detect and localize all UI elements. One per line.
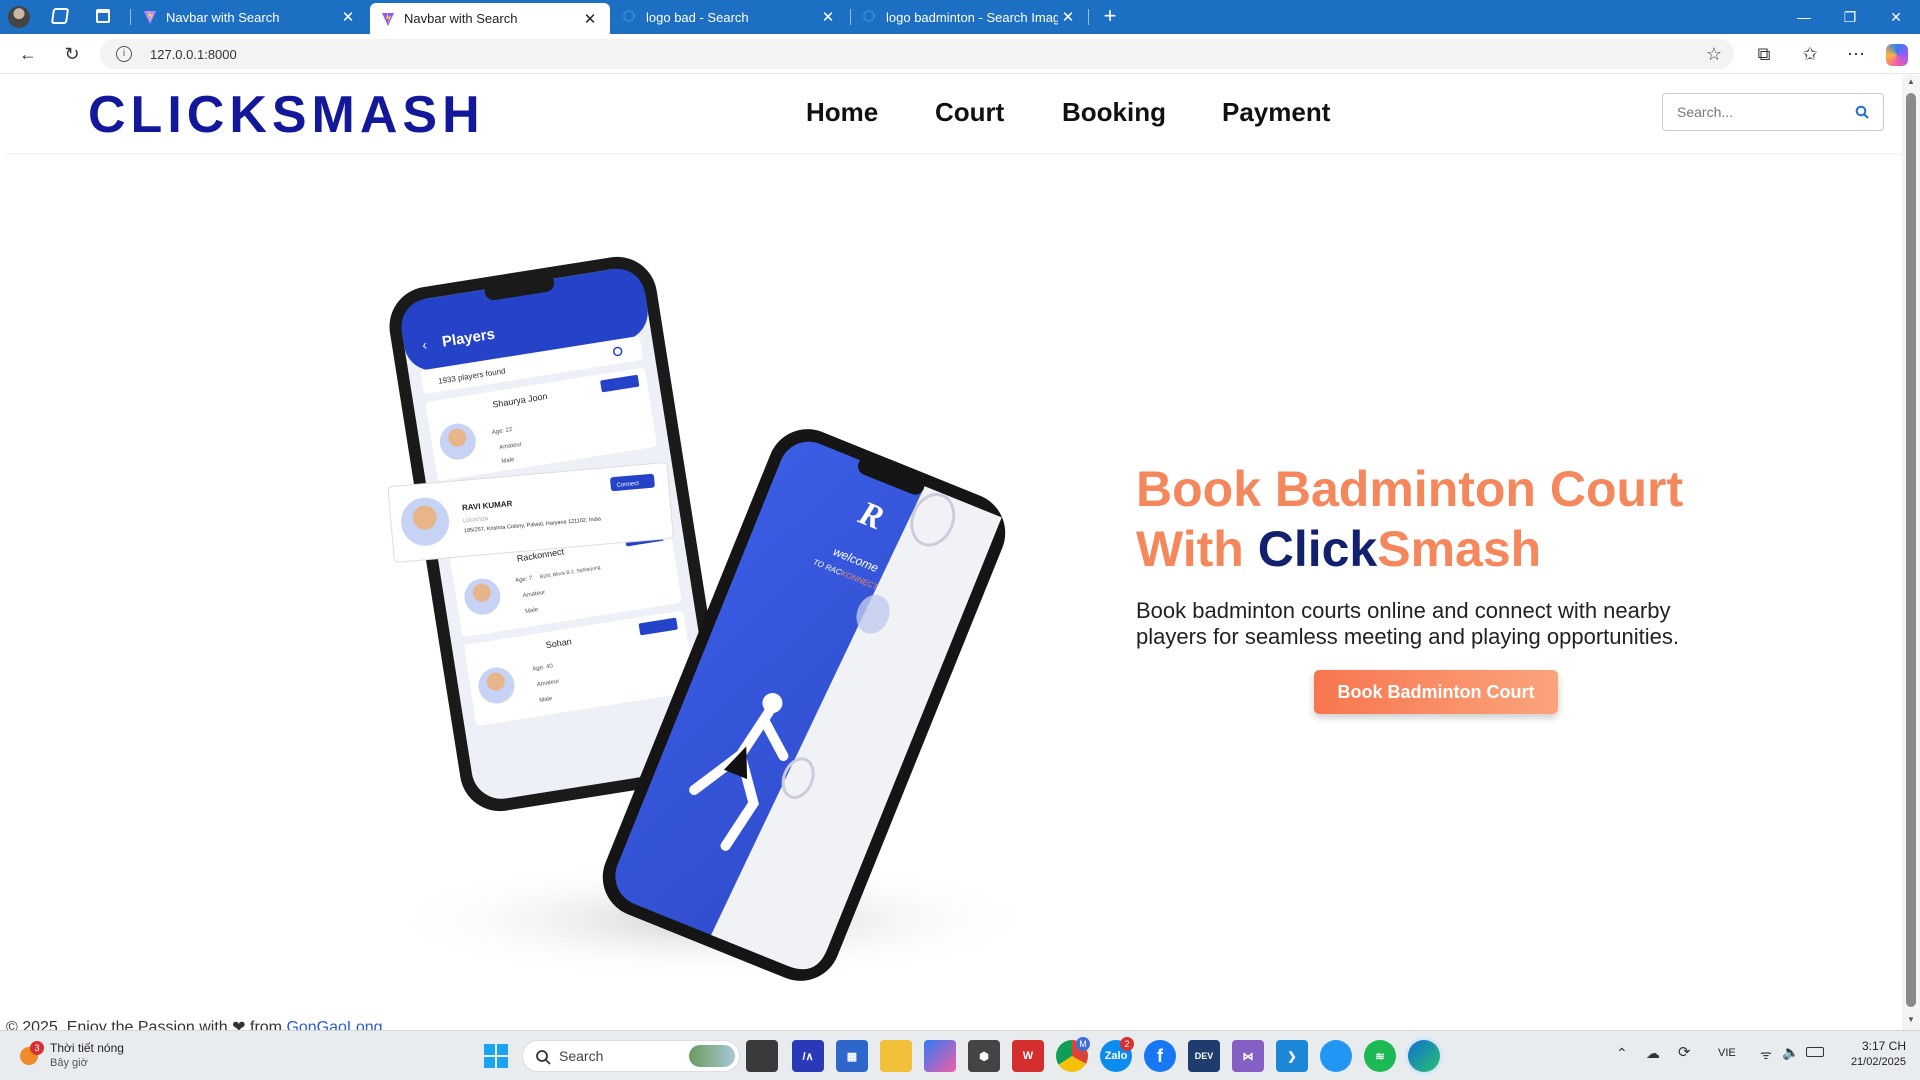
tab-title: Navbar with Search <box>166 9 280 25</box>
windows-taskbar: 3 Thời tiết nóng Bây giờ Search /∧ ▦ ⬢ W… <box>0 1030 1920 1080</box>
file-explorer-icon[interactable] <box>880 1040 912 1072</box>
site-search-input[interactable]: Search... <box>1662 93 1884 131</box>
taskbar-search[interactable]: Search <box>522 1040 740 1072</box>
tab-4[interactable]: logo badminton - Search Images ✕ <box>852 4 1088 30</box>
site-navbar: CLICKSMASH Home Court Booking Payment Se… <box>4 75 1902 153</box>
vite-icon <box>382 11 394 26</box>
visual-studio-icon[interactable]: ⋈ <box>1232 1040 1264 1072</box>
footer-text: © 2025, Enjoy the Passion with ❤ from Go… <box>6 1017 383 1030</box>
close-tab-icon[interactable]: ✕ <box>1058 8 1078 26</box>
messenger-icon[interactable] <box>1320 1040 1352 1072</box>
chrome-badge: M <box>1076 1037 1090 1051</box>
copilot-icon[interactable] <box>1886 44 1908 66</box>
hero-title-with: With <box>1136 521 1258 577</box>
tab-title: logo badminton - Search Images <box>886 9 1058 25</box>
close-tab-icon[interactable]: ✕ <box>580 10 600 28</box>
extensions-icon[interactable]: ⧉ <box>1750 40 1778 68</box>
footer-copy: © 2025, Enjoy the Passion with ❤ from <box>6 1019 287 1030</box>
close-window-icon[interactable]: ✕ <box>1874 0 1918 34</box>
visual-studio-app-icon[interactable]: /∧ <box>792 1040 824 1072</box>
hero-title-line1: Book Badminton Court <box>1136 461 1684 517</box>
profile-avatar[interactable] <box>8 6 30 28</box>
bing-search-icon <box>863 10 875 22</box>
back-icon[interactable]: ← <box>14 40 42 68</box>
weather-badge: 3 <box>30 1041 44 1055</box>
page-scrollbar[interactable]: ▲ ▼ <box>1902 75 1920 1030</box>
restore-icon[interactable]: ❐ <box>1828 0 1872 34</box>
refresh-icon[interactable]: ↻ <box>58 40 86 68</box>
app-cube-icon[interactable]: ⬢ <box>968 1040 1000 1072</box>
footer-link[interactable]: GonGaoLong <box>286 1019 382 1030</box>
more-menu-icon[interactable]: ⋯ <box>1842 40 1870 68</box>
tab-title: logo bad - Search <box>646 9 749 25</box>
copilot-app-icon[interactable] <box>924 1040 956 1072</box>
url-field[interactable]: i 127.0.0.1:8000 ☆ <box>100 39 1734 69</box>
weather-widget[interactable]: 3 Thời tiết nóng Bây giờ <box>16 1039 156 1073</box>
browser-tab-bar: Navbar with Search ✕ Navbar with Search … <box>0 0 1920 34</box>
hero-description: Book badminton courts online and connect… <box>1136 598 1679 649</box>
scroll-down-icon[interactable]: ▼ <box>1907 1015 1915 1024</box>
weather-sub: Bây giờ <box>50 1057 88 1069</box>
spotify-icon[interactable]: ≋ <box>1364 1040 1396 1072</box>
tab-2-active[interactable]: Navbar with Search ✕ <box>370 3 610 34</box>
vite-icon <box>144 10 156 24</box>
clock-time[interactable]: 3:17 CH <box>1838 1039 1906 1053</box>
tab-3[interactable]: logo bad - Search ✕ <box>612 4 848 30</box>
dev-cpp-icon[interactable]: DEV <box>1188 1040 1220 1072</box>
language-indicator[interactable]: VIE <box>1718 1047 1736 1059</box>
taskbar-search-label: Search <box>559 1048 604 1064</box>
store-icon[interactable]: ▦ <box>836 1040 868 1072</box>
zalo-badge: 2 <box>1120 1037 1134 1051</box>
clock-date[interactable]: 21/02/2025 <box>1838 1056 1906 1068</box>
search-highlight-icon <box>689 1045 735 1067</box>
nav-booking[interactable]: Booking <box>1062 97 1166 128</box>
new-tab-icon[interactable]: + <box>1098 3 1122 31</box>
task-view-icon[interactable] <box>746 1040 778 1072</box>
nav-home[interactable]: Home <box>806 97 878 128</box>
edge-icon[interactable] <box>1408 1040 1440 1072</box>
tab-title: Navbar with Search <box>404 11 518 26</box>
hero-phones-illustration: ‹ Players 1933 players found Shaurya Joo… <box>384 256 1034 981</box>
search-icon <box>536 1050 551 1065</box>
volume-icon[interactable]: 🔈 <box>1782 1044 1799 1061</box>
vertical-tabs-icon[interactable] <box>96 9 110 23</box>
chevron-up-icon[interactable]: ⌃ <box>1616 1045 1628 1062</box>
workspaces-icon[interactable] <box>50 8 70 24</box>
wps-office-icon[interactable]: W <box>1012 1040 1044 1072</box>
minimize-icon[interactable]: — <box>1782 0 1826 34</box>
vscode-icon[interactable]: ❯ <box>1276 1040 1308 1072</box>
url-text: 127.0.0.1:8000 <box>150 46 237 62</box>
scrollbar-thumb[interactable] <box>1906 93 1916 1007</box>
facebook-icon[interactable]: f <box>1144 1040 1176 1072</box>
favorites-icon[interactable]: ✩ <box>1796 40 1824 68</box>
hero-title-smash: Smash <box>1377 521 1542 577</box>
hero-title-line2: With ClickSmash <box>1136 519 1683 579</box>
book-court-button[interactable]: Book Badminton Court <box>1314 670 1558 714</box>
wifi-icon[interactable]: ᯤ <box>1760 1045 1772 1063</box>
close-tab-icon[interactable]: ✕ <box>818 8 838 26</box>
start-icon[interactable] <box>480 1040 512 1072</box>
hero-title-click: Click <box>1257 521 1378 577</box>
sync-icon[interactable]: ⟳ <box>1678 1043 1691 1061</box>
bing-search-icon <box>623 10 635 22</box>
tab-1[interactable]: Navbar with Search ✕ <box>132 4 368 30</box>
site-logo[interactable]: CLICKSMASH <box>88 85 485 145</box>
weather-title: Thời tiết nóng <box>50 1041 124 1055</box>
hero-title: Book Badminton Court With ClickSmash <box>1136 459 1683 579</box>
close-tab-icon[interactable]: ✕ <box>338 8 358 26</box>
search-placeholder: Search... <box>1677 104 1734 120</box>
nav-payment[interactable]: Payment <box>1222 97 1330 128</box>
web-page: CLICKSMASH Home Court Booking Payment Se… <box>0 75 1902 1030</box>
battery-icon[interactable] <box>1806 1047 1824 1057</box>
favorite-star-icon[interactable]: ☆ <box>1706 44 1722 65</box>
scroll-up-icon[interactable]: ▲ <box>1907 77 1915 86</box>
address-bar-row: ← ↻ i 127.0.0.1:8000 ☆ ⧉ ✩ ⋯ <box>0 34 1920 74</box>
search-icon[interactable] <box>1855 105 1869 119</box>
onedrive-icon[interactable]: ☁ <box>1646 1045 1660 1062</box>
nav-court[interactable]: Court <box>935 97 1004 128</box>
site-info-icon[interactable]: i <box>116 46 132 62</box>
